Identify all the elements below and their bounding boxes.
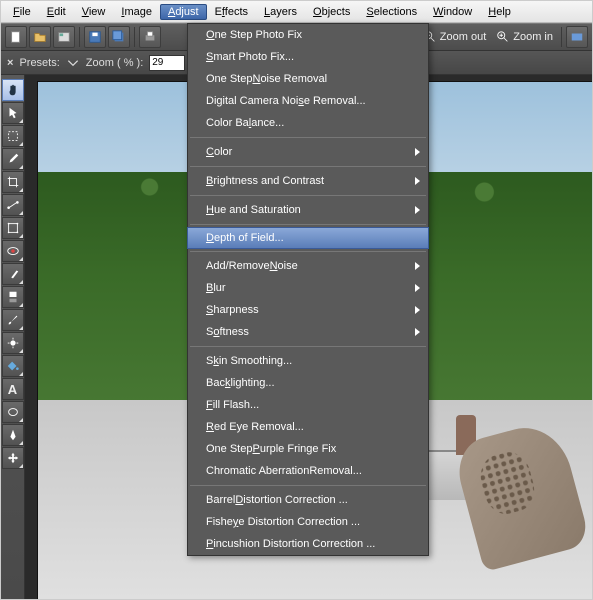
open-button[interactable] [29, 26, 51, 48]
menubar: FileEditViewImageAdjustEffectsLayersObje… [1, 1, 592, 23]
submenu-arrow-icon [415, 328, 420, 336]
menu-edit[interactable]: Edit [39, 4, 74, 20]
menu-file[interactable]: File [5, 4, 39, 20]
makeup-tool[interactable] [2, 263, 24, 285]
menuitem-add-remove-noise[interactable]: Add/Remove Noise [188, 255, 428, 277]
menu-separator [190, 195, 426, 196]
menu-separator [190, 224, 426, 225]
menuitem-red-eye-removal[interactable]: Red Eye Removal... [188, 416, 428, 438]
menuitem-sharpness[interactable]: Sharpness [188, 299, 428, 321]
print-button[interactable] [139, 26, 161, 48]
save-button[interactable] [84, 26, 106, 48]
clone-tool[interactable] [2, 286, 24, 308]
app-window: FileEditViewImageAdjustEffectsLayersObje… [0, 0, 593, 600]
submenu-arrow-icon [415, 306, 420, 314]
menuitem-depth-of-field[interactable]: Depth of Field... [187, 227, 429, 249]
fill-tool[interactable] [2, 355, 24, 377]
menuitem-smart-photo-fix[interactable]: Smart Photo Fix... [188, 46, 428, 68]
menu-separator [190, 485, 426, 486]
shape-tool[interactable] [2, 401, 24, 423]
move-tool[interactable] [2, 447, 24, 469]
menuitem-fill-flash[interactable]: Fill Flash... [188, 394, 428, 416]
deform-tool[interactable] [2, 217, 24, 239]
menuitem-softness[interactable]: Softness [188, 321, 428, 343]
menu-image[interactable]: Image [113, 4, 160, 20]
toggle-button[interactable] [566, 26, 588, 48]
menuitem-barrel-distortion-correction[interactable]: Barrel Distortion Correction ... [188, 489, 428, 511]
menu-separator [190, 166, 426, 167]
menuitem-backlighting[interactable]: Backlighting... [188, 372, 428, 394]
menuitem-pincushion-distortion-correction[interactable]: Pincushion Distortion Correction ... [188, 533, 428, 555]
menu-adjust[interactable]: Adjust [160, 4, 207, 20]
paintbrush-tool[interactable] [2, 309, 24, 331]
menuitem-brightness-and-contrast[interactable]: Brightness and Contrast [188, 170, 428, 192]
redeye-tool[interactable] [2, 240, 24, 262]
submenu-arrow-icon [415, 148, 420, 156]
zoom-in-button[interactable]: Zoom in [492, 30, 557, 44]
menuitem-hue-and-saturation[interactable]: Hue and Saturation [188, 199, 428, 221]
dropper-tool[interactable] [2, 148, 24, 170]
menu-separator [190, 251, 426, 252]
crop-tool[interactable] [2, 171, 24, 193]
zoom-label: Zoom ( % ): [86, 57, 143, 69]
menu-view[interactable]: View [74, 4, 114, 20]
zoom-out-button[interactable]: Zoom out [419, 30, 490, 44]
menuitem-digital-camera-noise-removal[interactable]: Digital Camera Noise Removal... [188, 90, 428, 112]
menu-selections[interactable]: Selections [358, 4, 425, 20]
save-all-button[interactable] [108, 26, 130, 48]
submenu-arrow-icon [415, 262, 420, 270]
presets-dropdown-icon[interactable] [66, 56, 80, 70]
menu-help[interactable]: Help [480, 4, 519, 20]
presets-label: Presets: [19, 57, 59, 69]
new-button[interactable] [5, 26, 27, 48]
menu-effects[interactable]: Effects [207, 4, 256, 20]
menuitem-skin-smoothing[interactable]: Skin Smoothing... [188, 350, 428, 372]
menuitem-blur[interactable]: Blur [188, 277, 428, 299]
menuitem-chromatic-aberration-removal[interactable]: Chromatic Aberration Removal... [188, 460, 428, 482]
selection-tool[interactable] [2, 125, 24, 147]
menu-separator [190, 137, 426, 138]
zoom-input[interactable] [149, 55, 185, 71]
browse-button[interactable] [53, 26, 75, 48]
text-tool[interactable]: A [2, 378, 24, 400]
zoom-out-label: Zoom out [440, 31, 486, 43]
menu-window[interactable]: Window [425, 4, 480, 20]
adjust-menu-dropdown: One Step Photo FixSmart Photo Fix...One … [187, 23, 429, 556]
menu-separator [190, 346, 426, 347]
toolbox: A [1, 75, 25, 599]
close-x-icon[interactable]: × [7, 57, 13, 69]
menu-layers[interactable]: Layers [256, 4, 305, 20]
submenu-arrow-icon [415, 284, 420, 292]
menuitem-color[interactable]: Color [188, 141, 428, 163]
zoom-in-icon [496, 30, 510, 44]
menu-objects[interactable]: Objects [305, 4, 358, 20]
menuitem-one-step-noise-removal[interactable]: One Step Noise Removal [188, 68, 428, 90]
pointer-tool[interactable] [2, 102, 24, 124]
pen-tool[interactable] [2, 424, 24, 446]
lighten-tool[interactable] [2, 332, 24, 354]
menuitem-one-step-purple-fringe-fix[interactable]: One Step Purple Fringe Fix [188, 438, 428, 460]
zoom-in-label: Zoom in [513, 31, 553, 43]
menuitem-one-step-photo-fix[interactable]: One Step Photo Fix [188, 24, 428, 46]
menuitem-color-balance[interactable]: Color Balance... [188, 112, 428, 134]
submenu-arrow-icon [415, 206, 420, 214]
submenu-arrow-icon [415, 177, 420, 185]
straighten-tool[interactable] [2, 194, 24, 216]
pan-tool[interactable] [2, 79, 24, 101]
menuitem-fisheye-distortion-correction[interactable]: Fisheye Distortion Correction ... [188, 511, 428, 533]
